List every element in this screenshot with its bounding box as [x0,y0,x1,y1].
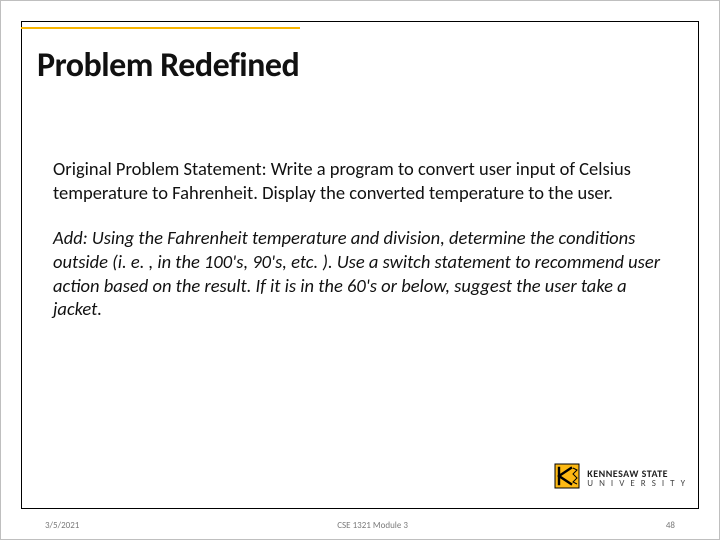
slide-body: Original Problem Statement: Write a prog… [53,157,673,343]
footer: 3/5/2021 CSE 1321 Module 3 48 [1,520,719,531]
footer-course: CSE 1321 Module 3 [337,520,408,531]
paragraph-original: Original Problem Statement: Write a prog… [53,157,673,204]
ksu-logo: KENNESAW STATE U N I V E R S I T Y [553,462,687,495]
ksu-logo-text: KENNESAW STATE U N I V E R S I T Y [587,469,687,489]
accent-rule [21,27,300,29]
logo-line2: U N I V E R S I T Y [587,479,687,488]
ksu-logo-mark [553,462,581,495]
paragraph-add: Add: Using the Fahrenheit temperature an… [53,226,673,321]
slide-title: Problem Redefined [37,45,299,86]
slide: Problem Redefined Original Problem State… [0,0,720,540]
footer-date: 3/5/2021 [45,520,79,531]
footer-page: 48 [666,520,675,531]
